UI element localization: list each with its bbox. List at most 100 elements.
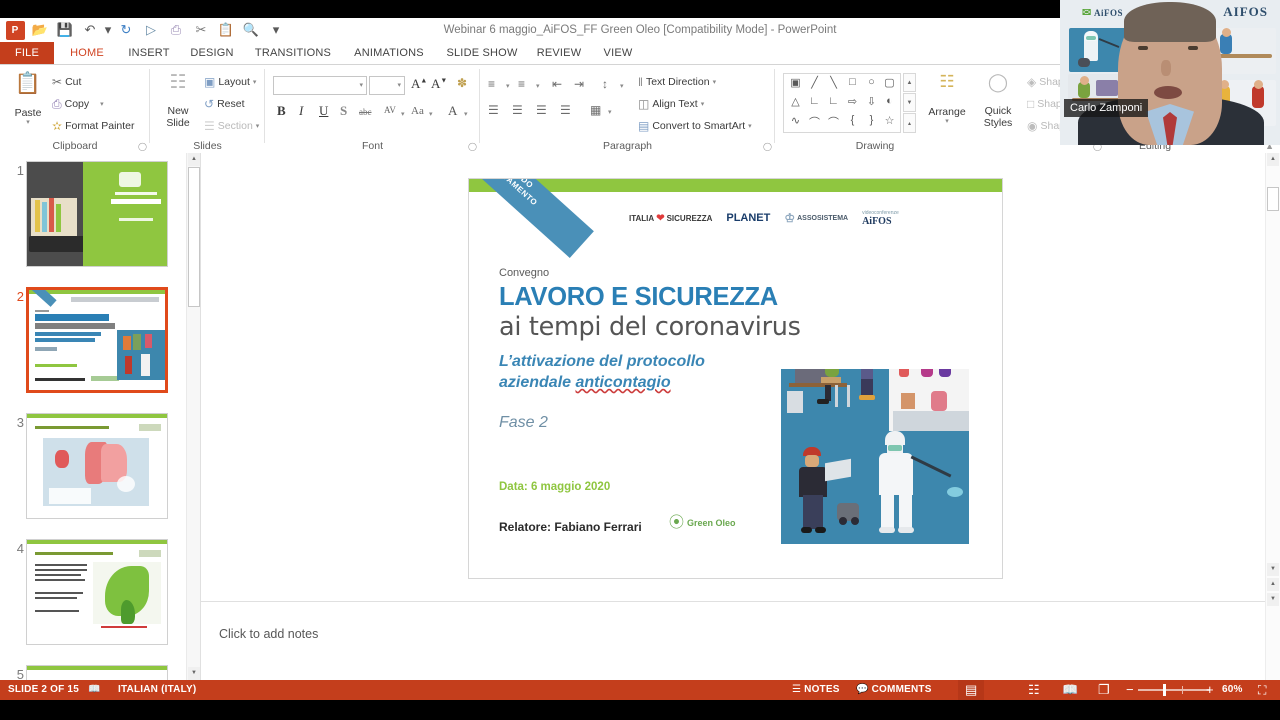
shape-elbow-icon[interactable]: ∟ [806,95,823,107]
cut-button[interactable]: ✂ Cut [52,76,81,88]
tab-design[interactable]: DESIGN [183,42,241,64]
next-slide-button[interactable]: ▼ [1267,593,1279,606]
justify-button[interactable]: ☰ [560,103,571,117]
shape-arrow-icon[interactable]: ╲ [825,76,842,89]
clear-formatting-button[interactable]: ✽ [457,76,467,91]
thumbnail-pane-scrollbar[interactable]: ▲ ▼ [186,153,200,680]
scrollbar-thumb[interactable] [188,167,200,307]
clipboard-dialog-launcher[interactable]: ◯ [138,142,147,151]
start-slideshow-icon[interactable]: ▷ [140,19,162,41]
spell-check-icon[interactable]: 📖 [88,680,101,700]
thumbnail-slide-1[interactable] [26,161,168,267]
section-dropdown-icon[interactable]: ▾ [256,122,260,130]
scroll-up-arrow-icon[interactable]: ▲ [188,153,200,166]
shape-right-arrow-icon[interactable]: ⇨ [844,95,861,108]
stage-scroll-up-arrow-icon[interactable]: ▲ [1267,153,1279,166]
new-slide-button[interactable]: ☷ New Slide [156,73,200,129]
redo-icon[interactable]: ↻ [115,19,137,41]
normal-view-button[interactable]: ▤ [958,680,985,700]
open-icon[interactable]: 📂 [29,19,51,41]
customize-qat-icon[interactable]: ▾ [265,19,287,41]
save-icon[interactable]: 💾 [54,19,76,41]
shape-oval-icon[interactable]: ○ [863,76,880,88]
arrange-button[interactable]: ☷ Arrange ▾ [923,73,971,126]
fit-slide-to-window-button[interactable]: ⛶ [1258,680,1267,700]
chevron-down-icon[interactable]: ▾ [359,81,363,89]
shapes-scroll-up-button[interactable]: ▲ [903,73,916,92]
shapes-gallery[interactable]: ▣ ╱ ╲ □ ○ ▢ △ ∟ ∟ ⇨ ⇩ ◐ ∿ ⌒ ⌒ { } ☆ [783,73,901,133]
font-color-button[interactable]: A [448,103,457,119]
thumbnail-slide-5[interactable] [26,665,168,680]
shape-rectangle-icon[interactable]: □ [844,76,861,88]
line-spacing-dropdown-icon[interactable]: ▾ [620,82,624,90]
zoom-out-button[interactable]: − [1126,680,1134,700]
bold-button[interactable]: B [277,103,286,119]
scroll-down-arrow-icon[interactable]: ▼ [188,667,200,680]
tab-file[interactable]: FILE [0,42,54,64]
section-button[interactable]: ☰ Section ▾ [204,120,259,132]
change-case-button[interactable]: Aa [411,105,424,117]
increase-font-size-button[interactable]: A▲ [411,76,427,92]
chevron-down-icon[interactable]: ▾ [397,81,401,89]
copy-dropdown-icon[interactable]: ▾ [100,100,104,108]
shape-freeform-icon[interactable]: ∿ [787,114,804,127]
shapes-more-button[interactable]: ▴ [903,113,916,133]
convert-to-smartart-button[interactable]: ▤ Convert to SmartArt ▾ [638,120,752,132]
shapes-scroll-down-button[interactable]: ▼ [903,93,916,112]
shape-star-icon[interactable]: ☆ [881,114,898,127]
tab-insert[interactable]: INSERT [120,42,178,64]
thumbnail-slide-2[interactable] [26,287,168,393]
thumbnail-slide-3[interactable] [26,413,168,519]
current-slide[interactable]: SECONDO APPUNTAMENTO ITALIA ❤ SICUREZZA … [468,178,1003,579]
shape-triangle-icon[interactable]: △ [787,95,804,108]
tab-home[interactable]: HOME [58,42,116,64]
text-shadow-button[interactable]: S [340,103,347,119]
font-name-input[interactable]: ▾ [273,76,367,95]
tab-animations[interactable]: ANIMATIONS [344,42,434,64]
stage-scrollbar-thumb[interactable] [1267,187,1279,211]
undo-icon[interactable]: ↶ [79,19,101,41]
decrease-indent-button[interactable]: ⇤ [552,77,562,91]
numbering-button[interactable]: ≡ [518,77,525,91]
increase-indent-button[interactable]: ⇥ [574,77,584,91]
align-text-dropdown-icon[interactable]: ▾ [701,100,705,108]
paste-icon[interactable]: 📋 [215,19,237,41]
align-center-button[interactable]: ☰ [512,103,523,117]
font-color-dropdown-icon[interactable]: ▾ [464,110,468,118]
shape-left-brace-icon[interactable]: { [844,114,861,126]
columns-dropdown-icon[interactable]: ▾ [608,108,612,116]
notes-placeholder[interactable]: Click to add notes [219,627,318,641]
slideshow-button[interactable]: ❐ [1098,680,1110,700]
slide-counter[interactable]: SLIDE 2 OF 15 [8,680,79,700]
change-case-dropdown-icon[interactable]: ▾ [429,110,433,118]
zoom-slider-handle[interactable] [1163,684,1166,696]
arrange-dropdown-icon[interactable]: ▾ [923,118,971,126]
align-text-button[interactable]: ◫ Align Text ▾ [638,98,704,110]
copy-icon[interactable]: ⎙ [165,19,187,41]
layout-button[interactable]: ▣ Layout ▾ [204,76,256,88]
notes-button[interactable]: ☰ NOTES [792,680,840,700]
format-painter-button[interactable]: ✫ Format Painter [52,120,135,132]
tab-transitions[interactable]: TRANSITIONS [246,42,340,64]
notes-pane[interactable]: Click to add notes [201,602,1265,680]
quick-styles-button[interactable]: ◯ Quick Styles [975,73,1021,129]
tab-slide-show[interactable]: SLIDE SHOW [440,42,524,64]
character-spacing-dropdown-icon[interactable]: ▾ [401,110,405,118]
paste-dropdown-icon[interactable]: ▾ [8,119,48,127]
reading-view-button[interactable]: 📖 [1062,680,1078,700]
copy-button[interactable]: ⎙ Copy ▾ [52,98,104,110]
shape-textbox-icon[interactable]: ▣ [787,76,804,89]
paste-button[interactable]: 📋 Paste ▾ [8,73,48,127]
strikethrough-button[interactable]: abc [359,107,372,117]
font-size-input[interactable]: ▾ [369,76,405,95]
undo-dropdown-icon[interactable]: ▾ [104,19,112,41]
shape-pie-icon[interactable]: ◐ [881,95,898,107]
shape-rounded-rect-icon[interactable]: ▢ [881,76,898,89]
character-spacing-button[interactable]: AV [384,105,396,115]
decrease-font-size-button[interactable]: A▼ [431,76,447,92]
comments-button[interactable]: 💬 COMMENTS [856,680,932,700]
print-preview-icon[interactable]: 🔍 [240,19,262,41]
paragraph-dialog-launcher[interactable]: ◯ [763,142,772,151]
zoom-level-label[interactable]: 60% [1222,680,1243,700]
shape-right-brace-icon[interactable]: } [863,114,880,126]
